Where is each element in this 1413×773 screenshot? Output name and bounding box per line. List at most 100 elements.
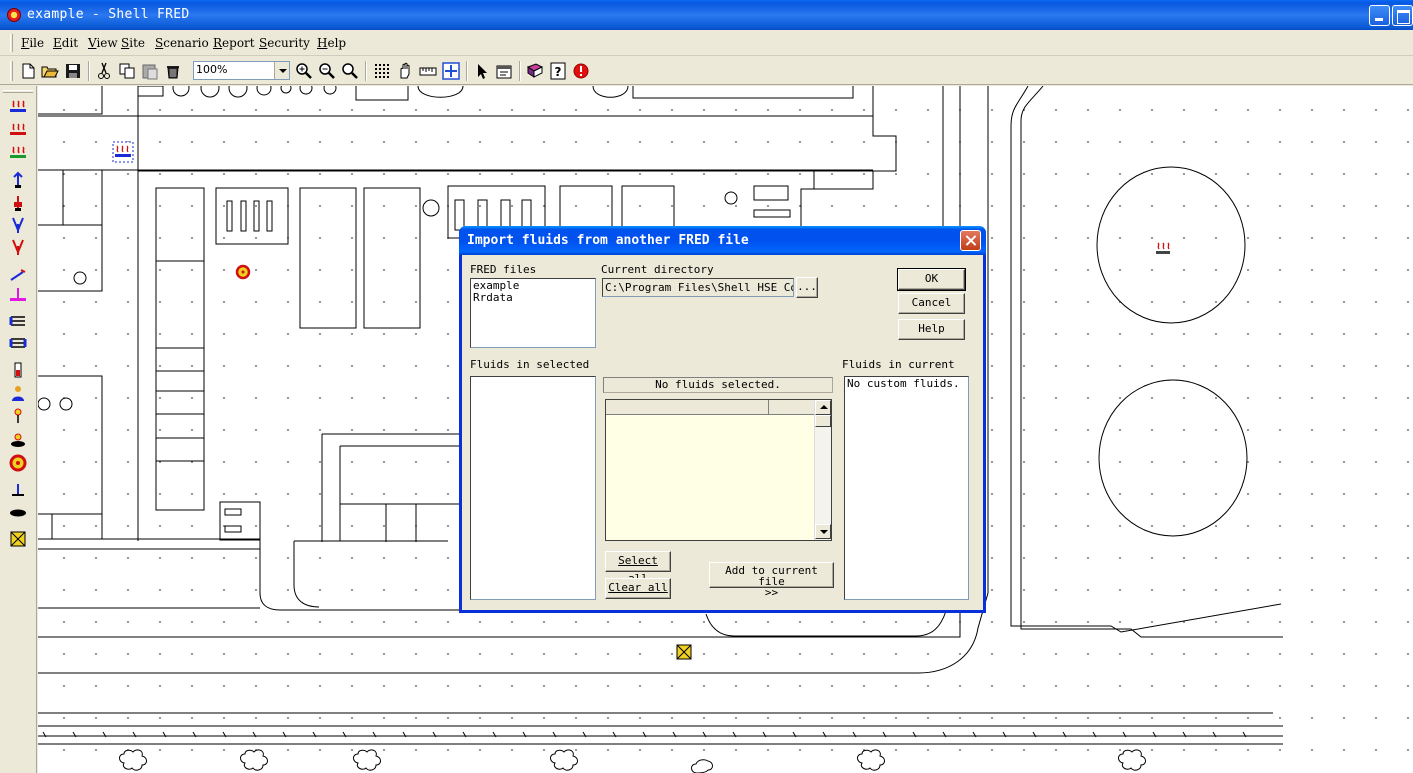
zoom-fit-icon[interactable] bbox=[340, 61, 360, 81]
ellipse-icon[interactable] bbox=[9, 504, 27, 522]
zoom-out-icon[interactable] bbox=[317, 61, 337, 81]
menu-site[interactable]: Site bbox=[121, 36, 145, 50]
help-button[interactable]: Help bbox=[898, 319, 965, 340]
paste-icon[interactable] bbox=[140, 61, 160, 81]
title-bar: example - Shell FRED bbox=[0, 0, 1413, 30]
no-fluids-text: No fluids selected. bbox=[655, 378, 781, 391]
scroll-up-icon[interactable] bbox=[815, 400, 831, 415]
vertical-release-icon[interactable] bbox=[9, 171, 27, 189]
toolbar: 100% ? bbox=[0, 57, 1413, 85]
receptor-icon[interactable] bbox=[9, 431, 27, 449]
dialog-title: Import fluids from another FRED file bbox=[467, 233, 749, 248]
open-folder-icon[interactable] bbox=[40, 61, 60, 81]
scroll-down-icon[interactable] bbox=[815, 524, 831, 539]
fluids-grid[interactable] bbox=[605, 399, 832, 541]
grid-scrollbar[interactable] bbox=[814, 400, 831, 540]
angled-release-icon[interactable] bbox=[9, 266, 27, 284]
grid-icon[interactable] bbox=[372, 61, 392, 81]
browse-button[interactable]: ... bbox=[796, 277, 818, 298]
menu-file[interactable]: File bbox=[21, 36, 44, 50]
properties-icon[interactable] bbox=[494, 61, 514, 81]
menu-view[interactable]: View bbox=[88, 36, 118, 50]
chevron-down-icon[interactable] bbox=[274, 62, 289, 79]
palette-grip bbox=[3, 90, 33, 93]
no-fluids-panel: No fluids selected. bbox=[603, 377, 833, 393]
fred-file-item[interactable]: Rrdata bbox=[473, 292, 593, 304]
alert-icon[interactable] bbox=[571, 61, 591, 81]
ok-button[interactable]: OK bbox=[897, 268, 966, 291]
anchor-icon[interactable] bbox=[9, 481, 27, 499]
current-directory-value: C:\Program Files\Shell HSE Cons bbox=[605, 281, 794, 294]
menu-grip bbox=[10, 34, 13, 52]
svg-text:?: ? bbox=[555, 65, 562, 79]
menu-scenario[interactable]: Scenario bbox=[155, 36, 209, 50]
downward-release-red-icon[interactable] bbox=[9, 238, 27, 256]
fluids-selected-list[interactable] bbox=[470, 376, 596, 600]
help-label: Help bbox=[918, 322, 945, 335]
maximize-button[interactable] bbox=[1392, 5, 1413, 26]
delete-icon[interactable] bbox=[163, 61, 183, 81]
fire-source-marker[interactable] bbox=[112, 141, 134, 163]
toolbar-separator bbox=[365, 61, 367, 81]
move-icon[interactable] bbox=[441, 61, 461, 81]
app-icon bbox=[7, 8, 21, 22]
area-marker-icon[interactable] bbox=[9, 530, 27, 548]
downward-release-blue-icon[interactable] bbox=[9, 216, 27, 234]
pointer-icon[interactable] bbox=[472, 61, 492, 81]
cancel-button[interactable]: Cancel bbox=[898, 293, 965, 314]
fluids-current-label: Fluids in current bbox=[842, 358, 955, 371]
ignition-target-marker[interactable] bbox=[235, 264, 251, 280]
vessel-icon[interactable] bbox=[9, 361, 27, 379]
fire-source-blue-icon[interactable] bbox=[9, 98, 27, 116]
toolbar-separator bbox=[466, 61, 468, 81]
zoom-select[interactable]: 100% bbox=[193, 61, 290, 80]
pan-hand-icon[interactable] bbox=[395, 61, 415, 81]
menu-edit[interactable]: Edit bbox=[53, 36, 78, 50]
fire-source-green-icon[interactable] bbox=[9, 144, 27, 162]
browse-label: ... bbox=[797, 280, 817, 293]
add-to-current-label: Add to current file bbox=[725, 564, 818, 588]
scroll-thumb[interactable] bbox=[815, 415, 831, 427]
horizontal-release-2-icon[interactable] bbox=[9, 334, 27, 352]
current-fluid-item: No custom fluids. bbox=[847, 377, 960, 390]
ignition-target-icon[interactable] bbox=[9, 454, 27, 472]
select-all-button[interactable]: Select all bbox=[605, 551, 671, 585]
import-fluids-dialog: Import fluids from another FRED file FRE… bbox=[459, 226, 986, 613]
menu-help[interactable]: Help bbox=[317, 36, 346, 50]
cut-icon[interactable] bbox=[94, 61, 114, 81]
book-icon[interactable] bbox=[525, 61, 545, 81]
save-icon[interactable] bbox=[63, 61, 83, 81]
area-marker[interactable] bbox=[676, 644, 692, 660]
target-person-icon[interactable] bbox=[9, 406, 27, 424]
help-icon[interactable]: ? bbox=[548, 61, 568, 81]
menu-report[interactable]: Report bbox=[213, 36, 255, 50]
menu-security[interactable]: Security bbox=[259, 36, 310, 50]
dialog-title-bar: Import fluids from another FRED file bbox=[459, 226, 986, 255]
new-file-icon[interactable] bbox=[18, 61, 38, 81]
pool-magenta-icon[interactable] bbox=[9, 286, 27, 304]
clear-all-button[interactable]: Clear all bbox=[605, 578, 671, 599]
grid-header bbox=[606, 400, 814, 415]
add-to-current-file-button[interactable]: Add to current file >> bbox=[709, 562, 834, 598]
jet-release-icon[interactable] bbox=[9, 194, 27, 212]
toolbar-grip bbox=[10, 61, 13, 81]
fire-source-tank-marker[interactable] bbox=[1156, 242, 1170, 254]
fire-source-red-icon[interactable] bbox=[9, 121, 27, 139]
fluids-selected-label: Fluids in selected bbox=[470, 358, 590, 371]
close-icon[interactable] bbox=[960, 230, 981, 251]
zoom-in-icon[interactable] bbox=[294, 61, 314, 81]
copy-icon[interactable] bbox=[117, 61, 137, 81]
horizontal-release-icon[interactable] bbox=[9, 312, 27, 330]
object-palette bbox=[0, 86, 37, 773]
menu-bar: File Edit View Site Scenario Report Secu… bbox=[0, 30, 1413, 56]
current-directory-label: Current directory bbox=[601, 263, 714, 276]
ok-label: OK bbox=[924, 272, 939, 285]
toolbar-separator bbox=[88, 61, 90, 81]
measure-icon[interactable] bbox=[418, 61, 438, 81]
minimize-button[interactable] bbox=[1369, 5, 1390, 26]
fred-files-list[interactable]: example Rrdata bbox=[470, 278, 596, 348]
person-icon[interactable] bbox=[9, 384, 27, 402]
fluids-current-list[interactable]: No custom fluids. bbox=[844, 376, 969, 600]
zoom-value: 100% bbox=[196, 63, 228, 76]
clear-all-label: Clear all bbox=[608, 581, 668, 594]
